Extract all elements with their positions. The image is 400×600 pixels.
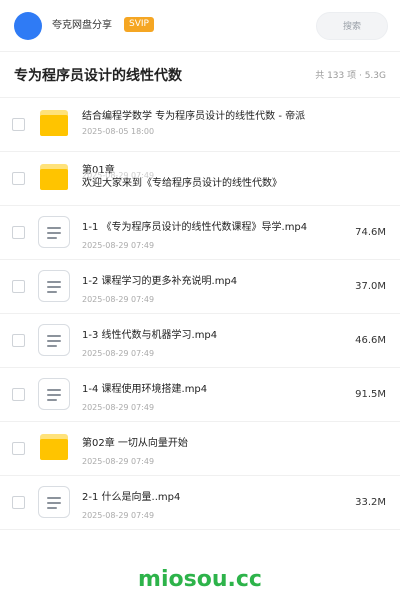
select-checkbox[interactable] bbox=[12, 496, 25, 509]
svip-badge: SVIP bbox=[124, 17, 154, 32]
list-item[interactable]: 1-4 课程使用环境搭建.mp4 2025-08-29 07:49 91.5M bbox=[0, 368, 400, 422]
page-title: 专为程序员设计的线性代数 bbox=[14, 68, 182, 84]
watermark: miosou.cc bbox=[138, 567, 262, 592]
list-item[interactable]: 第01章 欢迎大家来到《专给程序员设计的线性代数》 2025-08-29 07:… bbox=[0, 152, 400, 206]
item-name: 2-1 什么是向量..mp4 bbox=[82, 492, 181, 503]
item-size: 37.0M bbox=[355, 281, 386, 292]
select-checkbox[interactable] bbox=[12, 226, 25, 239]
item-name: 第02章 一切从向量开始 bbox=[82, 438, 188, 449]
item-date: 2025-08-29 07:49 bbox=[82, 403, 155, 412]
document-icon bbox=[38, 378, 70, 410]
item-date: 2025-08-05 18:00 bbox=[82, 127, 155, 136]
title-bar: 专为程序员设计的线性代数 共 133 项 · 5.3G bbox=[0, 52, 400, 98]
select-checkbox[interactable] bbox=[12, 334, 25, 347]
list-item[interactable]: 1-2 课程学习的更多补充说明.mp4 2025-08-29 07:49 37.… bbox=[0, 260, 400, 314]
brand-name: 夸克网盘分享 bbox=[52, 20, 112, 31]
list-item[interactable]: 1-3 线性代数与机器学习.mp4 2025-08-29 07:49 46.6M bbox=[0, 314, 400, 368]
item-name: 1-4 课程使用环境搭建.mp4 bbox=[82, 384, 208, 395]
document-icon bbox=[38, 216, 70, 248]
item-date: 2025-08-29 07:49 bbox=[82, 295, 155, 304]
item-name: 结合编程学数学 专为程序员设计的线性代数 - 帝派 bbox=[82, 111, 306, 122]
select-checkbox[interactable] bbox=[12, 442, 25, 455]
search-button[interactable]: 搜索 bbox=[316, 12, 388, 40]
item-size: 33.2M bbox=[355, 497, 386, 508]
item-name: 1-3 线性代数与机器学习.mp4 bbox=[82, 330, 218, 341]
select-checkbox[interactable] bbox=[12, 280, 25, 293]
item-name: 1-1 《专为程序员设计的线性代数课程》导学.mp4 bbox=[82, 222, 308, 233]
select-checkbox[interactable] bbox=[12, 118, 25, 131]
select-checkbox[interactable] bbox=[12, 388, 25, 401]
item-size: 46.6M bbox=[355, 335, 386, 346]
item-date: 2025-08-29 07:49 bbox=[82, 349, 155, 358]
item-date: 2025-08-29 07:49 bbox=[82, 241, 155, 250]
item-summary: 共 133 项 · 5.3G bbox=[315, 71, 386, 81]
list-item[interactable]: 结合编程学数学 专为程序员设计的线性代数 - 帝派 2025-08-05 18:… bbox=[0, 98, 400, 152]
item-date: 2025-08-29 07:49 bbox=[82, 457, 155, 466]
item-date: 2025-08-29 07:49 bbox=[82, 511, 155, 520]
item-name: 1-2 课程学习的更多补充说明.mp4 bbox=[82, 276, 238, 287]
header: 夸克网盘分享 SVIP 搜索 bbox=[0, 0, 400, 52]
list-item[interactable]: 第02章 一切从向量开始 2025-08-29 07:49 bbox=[0, 422, 400, 476]
item-size: 74.6M bbox=[355, 227, 386, 238]
folder-icon bbox=[40, 164, 68, 190]
item-size: 91.5M bbox=[355, 389, 386, 400]
document-icon bbox=[38, 324, 70, 356]
folder-icon bbox=[40, 434, 68, 460]
select-checkbox[interactable] bbox=[12, 172, 25, 185]
avatar[interactable] bbox=[14, 12, 42, 40]
item-date: 2025-08-29 07:49 bbox=[82, 171, 155, 180]
file-list: 结合编程学数学 专为程序员设计的线性代数 - 帝派 2025-08-05 18:… bbox=[0, 98, 400, 530]
list-item[interactable]: 2-1 什么是向量..mp4 2025-08-29 07:49 33.2M bbox=[0, 476, 400, 530]
document-icon bbox=[38, 270, 70, 302]
document-icon bbox=[38, 486, 70, 518]
folder-icon bbox=[40, 110, 68, 136]
list-item[interactable]: 1-1 《专为程序员设计的线性代数课程》导学.mp4 2025-08-29 07… bbox=[0, 206, 400, 260]
